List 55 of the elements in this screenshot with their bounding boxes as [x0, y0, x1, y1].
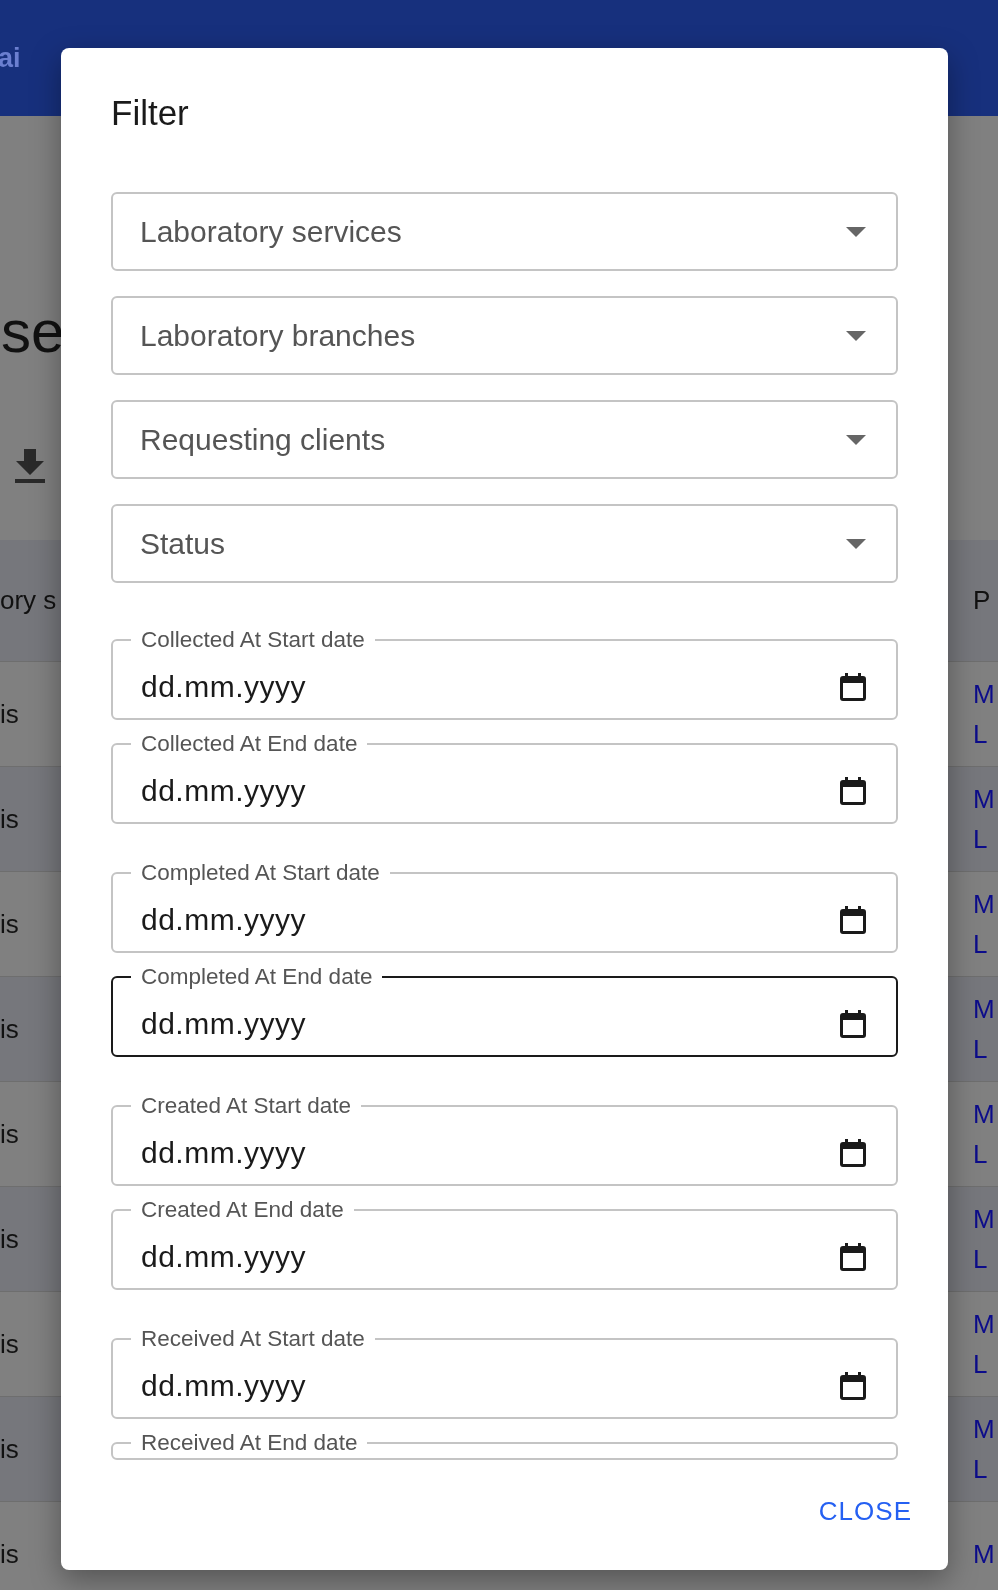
field-label: Completed At End date: [140, 963, 374, 991]
select-field[interactable]: Status: [111, 504, 898, 583]
link-text[interactable]: M: [948, 1408, 998, 1449]
table-cell-text: is: [0, 1117, 19, 1151]
table-cell-text: is: [0, 907, 19, 941]
caret-icon: [846, 434, 866, 445]
select-field[interactable]: Laboratory branches: [111, 296, 898, 375]
calendar-icon[interactable]: [840, 776, 866, 805]
select-field[interactable]: Requesting clients: [111, 400, 898, 479]
table-cell-text: is: [0, 1327, 19, 1361]
link-text[interactable]: M: [948, 1198, 998, 1239]
calendar-icon[interactable]: [840, 1242, 866, 1271]
link-text[interactable]: L: [948, 1344, 998, 1385]
link-text[interactable]: L: [948, 1029, 998, 1070]
table-cell-text: is: [0, 1432, 19, 1466]
caret-icon: [846, 226, 866, 237]
page-heading: se: [1, 302, 65, 362]
link-text[interactable]: L: [948, 714, 998, 755]
column-header: ory s: [0, 584, 57, 617]
calendar-icon[interactable]: [840, 905, 866, 934]
link-text[interactable]: L: [948, 1449, 998, 1490]
field-label: Created At Start date: [140, 1092, 353, 1120]
table-cell-text: is: [0, 1012, 19, 1046]
field-label: Received At Start date: [140, 1325, 366, 1353]
dialog-title: Filter: [111, 92, 190, 134]
field-label: Collected At End date: [140, 730, 359, 758]
link-text[interactable]: L: [948, 819, 998, 860]
caret-icon: [846, 330, 866, 341]
link-text[interactable]: M: [948, 1533, 998, 1575]
link-text[interactable]: M: [948, 1093, 998, 1134]
select-field[interactable]: Laboratory services: [111, 192, 898, 271]
field-label: Collected At Start date: [140, 626, 366, 654]
table-cell-text: is: [0, 1537, 19, 1571]
link-text[interactable]: L: [948, 1134, 998, 1175]
link-text[interactable]: L: [948, 1239, 998, 1280]
table-cell-text: is: [0, 1222, 19, 1256]
close-button[interactable]: CLOSE: [818, 1488, 912, 1535]
calendar-icon[interactable]: [840, 672, 866, 701]
link-text[interactable]: M: [948, 988, 998, 1029]
link-text[interactable]: M: [948, 1303, 998, 1344]
column-header: P: [972, 584, 992, 618]
link-text[interactable]: M: [948, 673, 998, 714]
download-icon[interactable]: [15, 449, 45, 483]
field-label: Created At End date: [140, 1196, 345, 1224]
table-cell-text: is: [0, 697, 19, 731]
link-text[interactable]: M: [948, 883, 998, 924]
field-label: Received At End date: [140, 1429, 359, 1457]
calendar-icon[interactable]: [840, 1138, 866, 1167]
calendar-icon[interactable]: [840, 1009, 866, 1038]
calendar-icon[interactable]: [840, 1371, 866, 1400]
field-label: Completed At Start date: [140, 859, 381, 887]
link-text[interactable]: L: [948, 924, 998, 965]
caret-icon: [846, 538, 866, 549]
table-cell-text: is: [0, 802, 19, 836]
link-text[interactable]: M: [948, 778, 998, 819]
